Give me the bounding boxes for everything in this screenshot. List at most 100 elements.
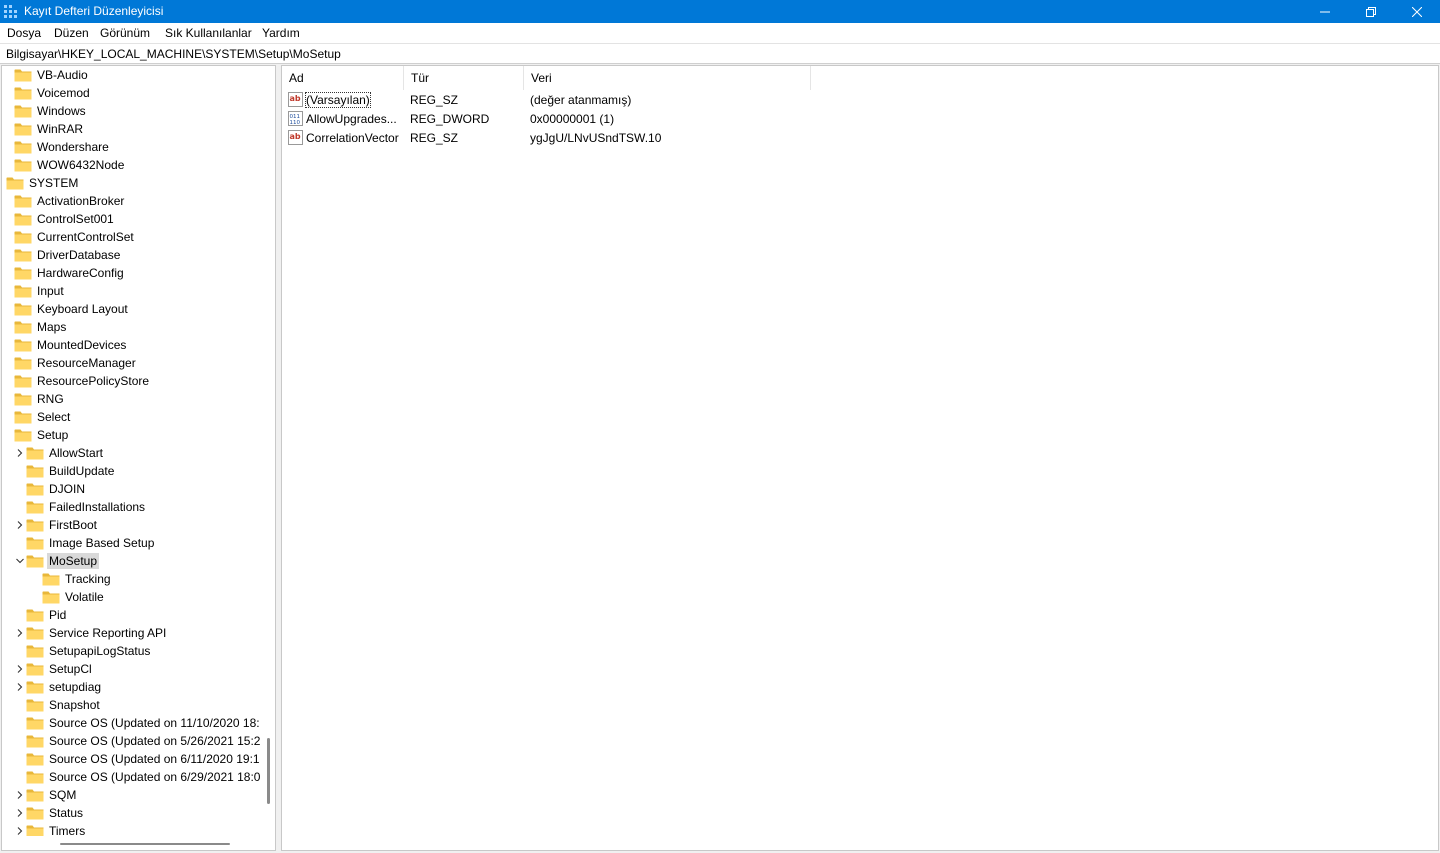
column-header-data[interactable]: Veri	[524, 66, 811, 90]
column-header-name[interactable]: Ad	[282, 66, 404, 90]
tree-node[interactable]: BuildUpdate	[14, 462, 116, 480]
tree-node[interactable]: CurrentControlSet	[2, 228, 136, 246]
menu-help[interactable]: Yardım	[262, 26, 300, 40]
chevron-right-icon[interactable]	[14, 624, 26, 642]
tree-node[interactable]: ControlSet001	[2, 210, 116, 228]
menu-file[interactable]: Dosya	[7, 26, 41, 40]
tree-node[interactable]: HardwareConfig	[2, 264, 126, 282]
value-row[interactable]: ab CorrelationVector REG_SZ ygJgU/LNvUSndTS…	[286, 129, 886, 148]
tree-node[interactable]: Wondershare	[2, 138, 111, 156]
value-row[interactable]: 011 110 AllowUpgrades... REG_DWORD 0x0000000…	[286, 110, 886, 129]
folder-icon	[14, 140, 32, 154]
chevron-right-icon[interactable]	[14, 804, 26, 822]
value-row[interactable]: ab (Varsayılan) REG_SZ (değer atanmamış)	[286, 91, 886, 110]
tree-node[interactable]: RNG	[2, 390, 66, 408]
string-value-icon: ab	[288, 130, 303, 145]
svg-text:ab: ab	[290, 132, 301, 141]
chevron-right-icon[interactable]	[14, 678, 26, 696]
address-path: Bilgisayar\HKEY_LOCAL_MACHINE\SYSTEM\Set…	[6, 47, 341, 61]
tree-node[interactable]: SYSTEM	[2, 174, 80, 192]
tree-node[interactable]: ActivationBroker	[2, 192, 126, 210]
tree-vertical-scroll-thumb[interactable]	[267, 738, 270, 804]
tree-vertical-scrollbar[interactable]	[260, 66, 275, 836]
tree-horizontal-scrollbar[interactable]	[2, 836, 260, 850]
close-icon	[1412, 6, 1422, 17]
folder-icon	[14, 356, 32, 370]
tree-node-label: ResourceManager	[37, 356, 136, 370]
tree-node[interactable]: MountedDevices	[2, 336, 128, 354]
tree-node[interactable]: ResourcePolicyStore	[2, 372, 151, 390]
tree-node-label: Input	[37, 284, 64, 298]
tree-node[interactable]: VB-Audio	[2, 66, 90, 84]
tree-node[interactable]: Source OS (Updated on 6/11/2020 19:12:2	[14, 750, 260, 768]
tree-node[interactable]: SetupCl	[14, 660, 94, 678]
chevron-down-icon[interactable]	[14, 552, 26, 570]
tree-node[interactable]: FailedInstallations	[14, 498, 147, 516]
tree-horizontal-scroll-thumb[interactable]	[60, 843, 230, 845]
tree-node[interactable]: WOW6432Node	[2, 156, 126, 174]
tree-node[interactable]: ResourceManager	[2, 354, 138, 372]
tree-node[interactable]: DJOIN	[14, 480, 87, 498]
folder-icon	[26, 716, 44, 730]
folder-icon	[26, 824, 44, 836]
tree-node[interactable]: Snapshot	[14, 696, 102, 714]
tree-node[interactable]: Image Based Setup	[14, 534, 156, 552]
tree-node-label: Source OS (Updated on 11/10/2020 18:56	[49, 716, 260, 730]
tree-node-label: Status	[49, 806, 84, 820]
menu-favorites[interactable]: Sık Kullanılanlar	[165, 26, 252, 40]
tree-node[interactable]: SQM	[14, 786, 78, 804]
tree-node[interactable]: Maps	[2, 318, 68, 336]
tree-node[interactable]: Pid	[14, 606, 68, 624]
restore-button[interactable]	[1348, 0, 1394, 23]
chevron-right-icon[interactable]	[14, 822, 26, 836]
tree-node[interactable]: Status	[14, 804, 85, 822]
tree-node[interactable]: Volatile	[30, 588, 106, 606]
tree-node[interactable]: WinRAR	[2, 120, 85, 138]
tree-node-label: Image Based Setup	[49, 536, 155, 550]
tree-node[interactable]: FirstBoot	[14, 516, 99, 534]
chevron-right-icon[interactable]	[14, 660, 26, 678]
tree-node[interactable]: Select	[2, 408, 72, 426]
chevron-right-icon[interactable]	[14, 786, 26, 804]
chevron-right-icon[interactable]	[14, 444, 26, 462]
tree-node[interactable]: Input	[2, 282, 66, 300]
tree-node[interactable]: Timers	[14, 822, 87, 836]
folder-icon	[26, 680, 44, 694]
chevron-right-icon[interactable]	[14, 516, 26, 534]
tree-node-label: Source OS (Updated on 6/29/2021 18:06:4	[49, 770, 260, 784]
address-bar[interactable]: Bilgisayar\HKEY_LOCAL_MACHINE\SYSTEM\Set…	[0, 43, 1440, 64]
tree-node[interactable]: setupdiag	[14, 678, 103, 696]
tree-node[interactable]: Windows	[2, 102, 88, 120]
column-header-type[interactable]: Tür	[404, 66, 524, 90]
tree-node[interactable]: Source OS (Updated on 6/29/2021 18:06:4	[14, 768, 260, 786]
tree-node-label: Select	[37, 410, 71, 424]
folder-icon	[14, 338, 32, 352]
close-button[interactable]	[1394, 0, 1440, 23]
tree-node[interactable]: SetupapiLogStatus	[14, 642, 152, 660]
minimize-button[interactable]	[1302, 0, 1348, 23]
tree-node[interactable]: MoSetup	[14, 552, 100, 570]
tree-node[interactable]: Voicemod	[2, 84, 92, 102]
tree-node[interactable]: Service Reporting API	[14, 624, 168, 642]
tree-node[interactable]: Source OS (Updated on 5/26/2021 15:25:0	[14, 732, 260, 750]
menu-view[interactable]: Görünüm	[100, 26, 150, 40]
value-name: (Varsayılan)	[305, 92, 371, 108]
tree-node-label: Keyboard Layout	[37, 302, 128, 316]
folder-icon	[26, 734, 44, 748]
tree-node[interactable]: DriverDatabase	[2, 246, 122, 264]
menu-edit[interactable]: Düzen	[54, 26, 89, 40]
tree-node[interactable]: AllowStart	[14, 444, 105, 462]
tree-node[interactable]: Tracking	[30, 570, 113, 588]
tree-node-label: MountedDevices	[37, 338, 127, 352]
tree-node[interactable]: Setup	[2, 426, 70, 444]
tree-node[interactable]: Keyboard Layout	[2, 300, 130, 318]
tree-node[interactable]: Source OS (Updated on 11/10/2020 18:56	[14, 714, 260, 732]
